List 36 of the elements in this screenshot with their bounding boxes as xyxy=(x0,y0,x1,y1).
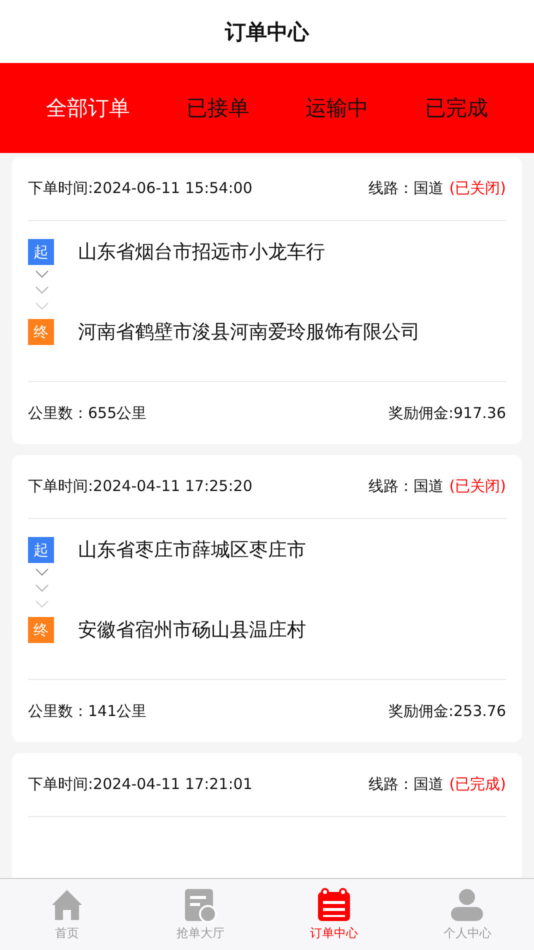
nav-tab[interactable]: 个人中心 xyxy=(400,879,534,950)
order-tab[interactable]: 已完成 xyxy=(418,90,494,126)
order-status: (已关闭) xyxy=(449,477,506,496)
end-address: 安徽省宿州市砀山县温庄村 xyxy=(78,618,306,643)
end-badge: 终 xyxy=(28,319,54,345)
distance-text: 公里数：141公里 xyxy=(28,702,147,720)
order-status: (已完成) xyxy=(449,775,506,794)
document-icon xyxy=(182,887,218,923)
route-type: 线路：国道 xyxy=(368,179,444,198)
order-time: 下单时间:2024-06-11 15:54:00 xyxy=(28,179,252,198)
nav-tab[interactable]: 订单中心 xyxy=(267,879,400,950)
order-card[interactable]: 下单时间:2024-04-11 17:21:01 线路：国道 (已完成) xyxy=(12,753,522,878)
calendar-icon xyxy=(316,887,352,923)
reward-text: 奖励佣金:253.76 xyxy=(388,702,506,720)
order-tab[interactable]: 全部订单 xyxy=(40,90,136,126)
order-tab[interactable]: 运输中 xyxy=(300,90,375,126)
order-time: 下单时间:2024-04-11 17:21:01 xyxy=(28,775,252,794)
nav-tab[interactable]: 首页 xyxy=(0,879,134,950)
route-type: 线路：国道 xyxy=(368,775,444,794)
distance-text: 公里数：655公里 xyxy=(28,404,147,422)
order-tab[interactable]: 已接单 xyxy=(180,90,256,126)
order-status: (已关闭) xyxy=(449,179,506,198)
order-card[interactable]: 下单时间:2024-06-11 15:54:00 线路：国道 (已关闭) 起 山东省烟台市招远市小龙车行 终 河南省鹤壁市浚县河南爱玲服饰有限公司 公里数：655公里 奖励佣金:917.36 xyxy=(12,157,522,444)
start-address: 山东省烟台市招远市小龙车行 xyxy=(78,240,325,265)
nav-tab[interactable]: 抢单大厅 xyxy=(134,879,267,950)
start-badge: 起 xyxy=(28,537,54,563)
order-card[interactable]: 下单时间:2024-04-11 17:25:20 线路：国道 (已关闭) 起 山东省枣庄市薛城区枣庄市 终 安徽省宿州市砀山县温庄村 公里数：141公里 奖励佣金:253.76 xyxy=(12,455,522,742)
end-address: 河南省鹤壁市浚县河南爱玲服饰有限公司 xyxy=(78,320,420,345)
person-icon xyxy=(449,887,486,923)
end-badge: 终 xyxy=(28,617,54,643)
start-address: 山东省枣庄市薛城区枣庄市 xyxy=(78,538,306,563)
reward-text: 奖励佣金:917.36 xyxy=(388,404,506,422)
order-time: 下单时间:2024-04-11 17:25:20 xyxy=(28,477,252,496)
start-badge: 起 xyxy=(28,239,54,265)
page-title: 订单中心 xyxy=(225,18,309,46)
route-type: 线路：国道 xyxy=(368,477,444,496)
